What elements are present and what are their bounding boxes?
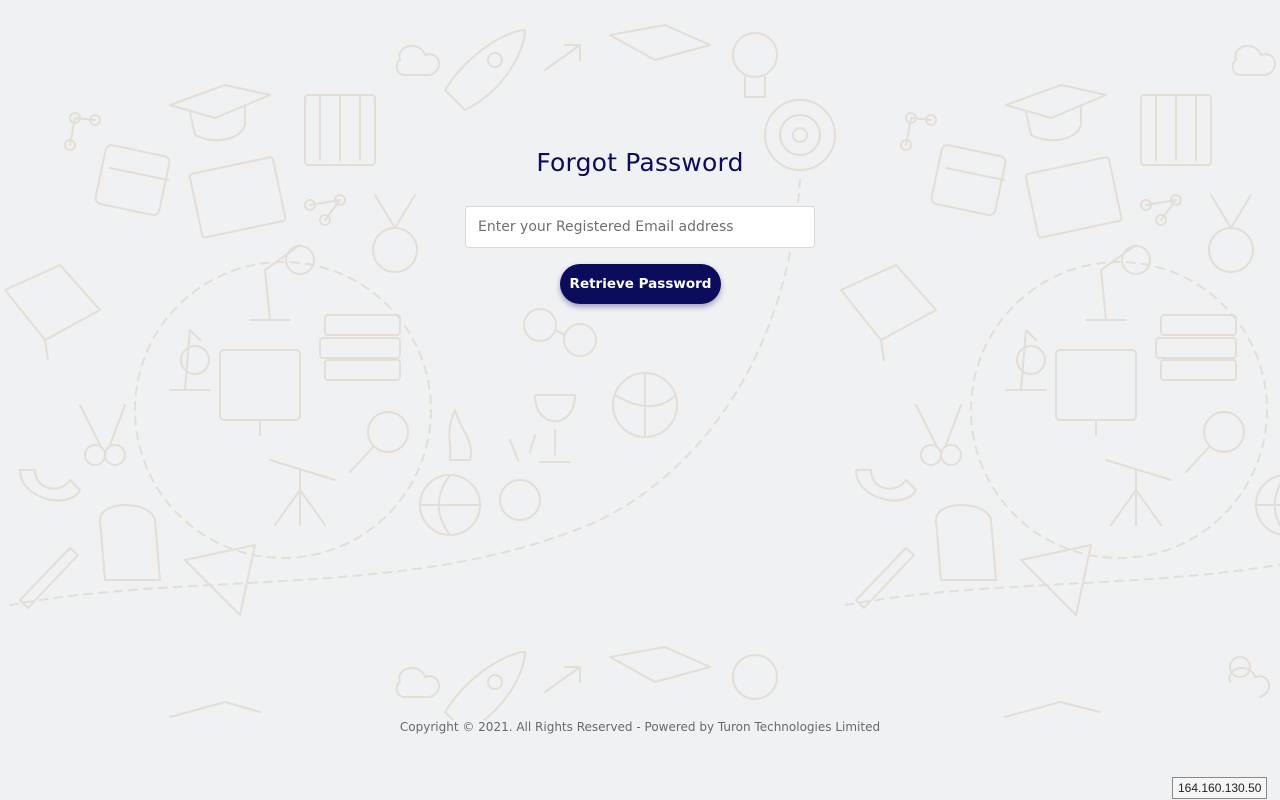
- copyright-footer: Copyright © 2021. All Rights Reserved - …: [399, 720, 881, 734]
- education-doodle-background: [0, 0, 1280, 720]
- page-title: Forgot Password: [536, 148, 744, 177]
- email-field[interactable]: [465, 206, 815, 248]
- forgot-password-page: Forgot Password Retrieve Password Copyri…: [0, 0, 1280, 800]
- retrieve-password-button[interactable]: Retrieve Password: [560, 264, 721, 304]
- ip-address-badge: 164.160.130.50: [1172, 777, 1268, 799]
